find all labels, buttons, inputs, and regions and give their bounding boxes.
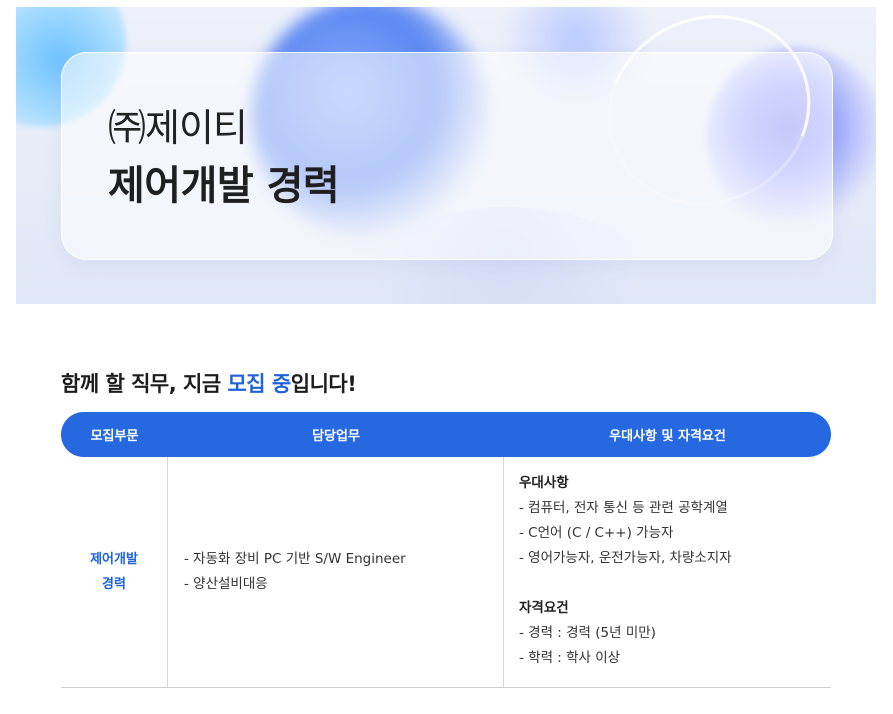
- job-table: 모집부문 담당업무 우대사항 및 자격요건 제어개발 경력 - 자동화 장비 P…: [61, 412, 831, 688]
- table-header: 모집부문 담당업무 우대사항 및 자격요건: [61, 412, 831, 457]
- requirement-item: - 경력 : 경력 (5년 미만): [519, 625, 656, 641]
- job-title: 제어개발 경력: [108, 163, 340, 209]
- requirements-cell: 우대사항 - 컴퓨터, 전자 통신 등 관련 공학계열 - C언어 (C / C…: [504, 457, 831, 687]
- header-duties: 담당업무: [312, 429, 360, 444]
- division-label: 제어개발: [90, 552, 138, 567]
- hero-banner: ㈜제이티 제어개발 경력: [16, 7, 876, 304]
- division-cell: 제어개발 경력: [61, 457, 168, 687]
- headline-text: 함께 할 직무, 지금: [61, 372, 228, 396]
- hero-glass-card: ㈜제이티 제어개발 경력: [61, 52, 833, 260]
- preferred-title: 우대사항: [519, 475, 569, 491]
- headline-text-end: 입니다!: [290, 372, 357, 396]
- preferred-item: - C언어 (C / C++) 가능자: [519, 525, 674, 541]
- preferred-item: - 컴퓨터, 전자 통신 등 관련 공학계열: [519, 500, 728, 516]
- section-headline: 함께 할 직무, 지금 모집 중입니다!: [61, 368, 357, 398]
- requirement-item: - 학력 : 학사 이상: [519, 650, 621, 666]
- division-level: 경력: [102, 577, 126, 592]
- duty-item: - 자동화 장비 PC 기반 S/W Engineer: [184, 551, 406, 567]
- company-name: ㈜제이티: [108, 106, 248, 150]
- preferred-item: - 영어가능자, 운전가능자, 차량소지자: [519, 550, 732, 566]
- requirements-title: 자격요건: [519, 600, 569, 616]
- headline-highlight: 모집 중: [227, 372, 291, 396]
- table-row: 제어개발 경력 - 자동화 장비 PC 기반 S/W Engineer - 양산…: [61, 457, 831, 688]
- duty-item: - 양산설비대응: [184, 576, 268, 592]
- header-requirements: 우대사항 및 자격요건: [609, 429, 726, 444]
- duties-cell: - 자동화 장비 PC 기반 S/W Engineer - 양산설비대응: [168, 457, 504, 687]
- header-division: 모집부문: [90, 429, 139, 444]
